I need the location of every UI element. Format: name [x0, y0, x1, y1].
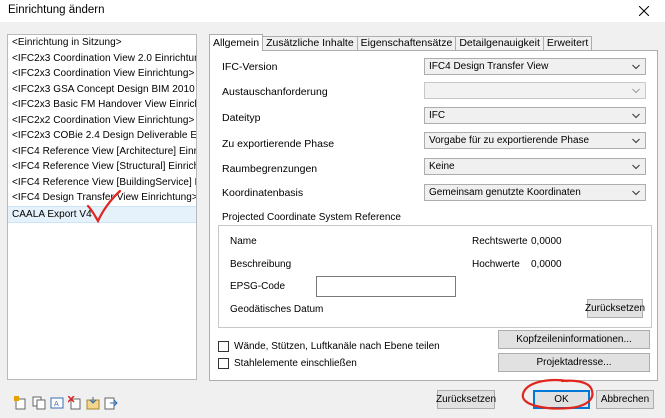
epsg-input[interactable] [316, 276, 456, 297]
northing-value: 0,0000 [531, 259, 562, 270]
setup-list-item[interactable]: <IFC4 Reference View [Architecture] Einr… [8, 144, 196, 160]
setup-list-item[interactable]: <IFC2x3 Basic FM Handover View Einrichtu… [8, 97, 196, 113]
window-title: Einrichtung ändern [8, 4, 105, 16]
coordinate-base-value: Gemeinsam genutzte Koordinaten [429, 187, 581, 198]
split-elements-checkbox[interactable] [218, 341, 229, 352]
geodetic-datum-label: Geodätisches Datum [230, 304, 324, 315]
setup-list-item[interactable]: <IFC4 Reference View [BuildingService] E… [8, 175, 196, 191]
export-setup-icon[interactable] [104, 396, 118, 410]
svg-text:A: A [54, 400, 59, 408]
northing-label: Hochwerte [472, 259, 520, 270]
close-icon [639, 6, 649, 16]
project-address-button[interactable]: Projektadresse... [498, 353, 650, 372]
easting-value: 0,0000 [531, 236, 562, 247]
setup-list-item[interactable]: <IFC2x3 Coordination View Einrichtung> [8, 66, 196, 82]
space-boundaries-select[interactable]: Keine [424, 158, 646, 175]
file-type-value: IFC [429, 110, 446, 121]
checkmark-annotation-icon [86, 190, 122, 224]
pcs-reset-button[interactable]: Zurücksetzen [585, 299, 645, 318]
pcs-description-label: Beschreibung [230, 259, 292, 270]
tab-detailgenauigkeit[interactable]: Detailgenauigkeit [455, 36, 544, 51]
title-bar: Einrichtung ändern [0, 0, 665, 22]
chevron-down-icon [632, 113, 640, 119]
rename-setup-icon[interactable]: A [50, 396, 64, 410]
easting-label: Rechtswerte [472, 236, 528, 247]
tab-erweitert[interactable]: Erweitert [542, 36, 593, 51]
epsg-label: EPSG-Code [230, 281, 286, 292]
chevron-down-icon [632, 88, 640, 94]
steel-elements-option[interactable]: Stahlelemente einschließen [218, 358, 357, 369]
split-elements-label: Wände, Stützen, Luftkanäle nach Ebene te… [234, 341, 440, 352]
setup-toolbar: A [14, 396, 118, 410]
reset-button[interactable]: Zurücksetzen [436, 390, 496, 409]
file-type-label: Dateityp [222, 112, 261, 124]
pcs-name-label: Name [230, 236, 257, 247]
file-type-select[interactable]: IFC [424, 107, 646, 124]
setup-list-item[interactable]: <IFC4 Reference View [Structural] Einric… [8, 159, 196, 175]
coordinate-base-select[interactable]: Gemeinsam genutzte Koordinaten [424, 184, 646, 201]
pcs-group-title: Projected Coordinate System Reference [222, 212, 401, 223]
chevron-down-icon [632, 138, 640, 144]
ifc-version-select[interactable]: IFC4 Design Transfer View [424, 58, 646, 75]
chevron-down-icon [632, 190, 640, 196]
chevron-down-icon [632, 164, 640, 170]
ifc-version-label: IFC-Version [222, 61, 278, 73]
phase-select[interactable]: Vorgabe für zu exportierende Phase [424, 132, 646, 149]
setup-list-item[interactable]: <IFC2x2 Coordination View Einrichtung> [8, 113, 196, 129]
phase-label: Zu exportierende Phase [222, 138, 335, 150]
new-setup-icon[interactable] [14, 396, 28, 410]
tab-zusätzliche-inhalte[interactable]: Zusätzliche Inhalte [262, 36, 358, 51]
split-elements-option[interactable]: Wände, Stützen, Luftkanäle nach Ebene te… [218, 341, 440, 352]
close-button[interactable] [629, 0, 659, 22]
setup-list-item[interactable]: <IFC2x3 COBie 2.4 Design Deliverable Ein… [8, 128, 196, 144]
tab-allgemein[interactable]: Allgemein [209, 34, 264, 51]
steel-elements-checkbox[interactable] [218, 358, 229, 369]
tab-bar: Allgemein Zusätzliche Inhalte Eigenschafte… [209, 34, 593, 51]
import-setup-icon[interactable] [86, 396, 100, 410]
tab-panel-allgemein: IFC-Version IFC4 Design Transfer View Au… [209, 50, 658, 381]
header-info-button[interactable]: Kopfzeileninformationen... [498, 330, 650, 349]
setup-list-item[interactable]: <Einrichtung in Sitzung> [8, 35, 196, 51]
space-boundaries-value: Keine [429, 161, 455, 172]
exchange-requirement-select[interactable] [424, 82, 646, 99]
tab-eigenschaftensätze[interactable]: Eigenschaftensätze [356, 36, 457, 51]
cancel-button[interactable]: Abbrechen [596, 390, 654, 409]
coordinate-base-label: Koordinatenbasis [222, 187, 304, 199]
duplicate-setup-icon[interactable] [32, 396, 46, 410]
setup-list-item[interactable]: <IFC2x3 GSA Concept Design BIM 2010 Einr… [8, 82, 196, 98]
setup-list-item[interactable]: <IFC2x3 Coordination View 2.0 Einrichtun… [8, 51, 196, 67]
space-boundaries-label: Raumbegrenzungen [222, 163, 318, 175]
delete-setup-icon[interactable] [68, 396, 82, 410]
ifc-version-value: IFC4 Design Transfer View [429, 61, 549, 72]
exchange-requirement-label: Austauschanforderung [222, 86, 328, 98]
ok-circle-annotation-icon [521, 378, 594, 410]
chevron-down-icon [632, 64, 640, 70]
phase-value: Vorgabe für zu exportierende Phase [429, 135, 590, 146]
steel-elements-label: Stahlelemente einschließen [234, 358, 357, 369]
